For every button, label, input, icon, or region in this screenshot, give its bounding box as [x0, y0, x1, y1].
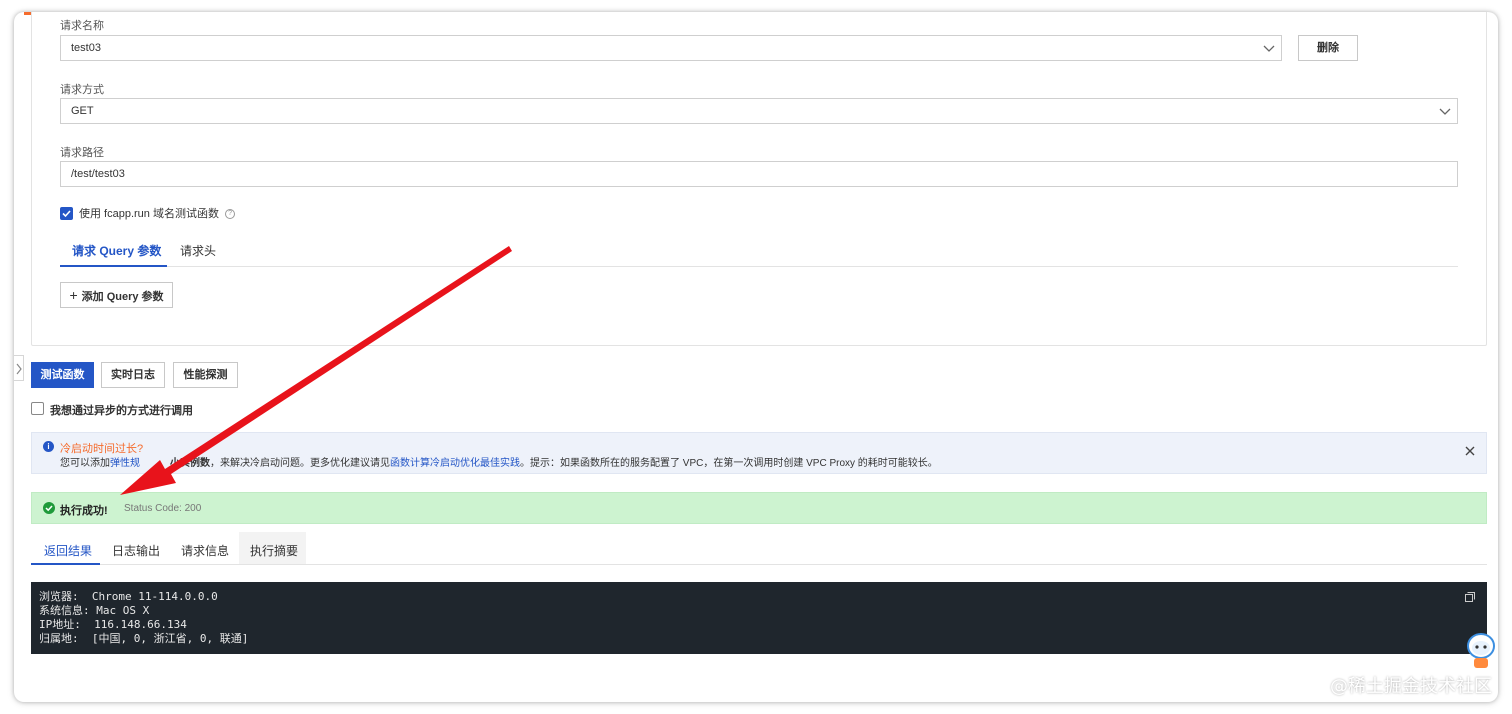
- success-check-icon: [43, 502, 55, 514]
- path-label: 请求路径: [60, 147, 104, 159]
- status-code: Status Code: 200: [124, 503, 202, 514]
- watermark: @稀土掘金技术社区: [1330, 676, 1492, 697]
- async-label: 我想通过异步的方式进行调用: [50, 405, 193, 417]
- use-domain-checkbox[interactable]: [60, 207, 73, 220]
- copy-icon[interactable]: [1465, 592, 1475, 602]
- console-window: 请求名称 test03 删除 请求方式 GET 请求路径 /test/test0…: [14, 12, 1498, 702]
- chevron-down-icon: [1439, 100, 1451, 116]
- method-select[interactable]: GET: [60, 98, 1458, 124]
- tab-execution-summary[interactable]: 执行摘要: [250, 542, 298, 559]
- path-input[interactable]: /test/test03: [60, 161, 1458, 187]
- tab-query-params[interactable]: 请求 Query 参数: [72, 242, 161, 259]
- request-form-card: 请求名称 test03 删除 请求方式 GET 请求路径 /test/test0…: [31, 12, 1487, 346]
- request-name-select[interactable]: test03: [60, 35, 1282, 61]
- best-practice-link[interactable]: 函数计算冷启动优化最佳实践: [390, 458, 520, 469]
- tab-headers[interactable]: 请求头: [180, 242, 216, 259]
- request-name-label: 请求名称: [60, 20, 104, 32]
- realtime-logs-button[interactable]: 实时日志: [101, 362, 165, 388]
- tabs-divider: [167, 266, 1458, 267]
- result-line: IP地址: 116.148.66.134: [39, 618, 187, 631]
- async-checkbox[interactable]: [31, 402, 44, 415]
- result-tabs-divider: [100, 564, 1487, 565]
- method-label: 请求方式: [60, 84, 104, 96]
- result-line: 浏览器: Chrome 11-114.0.0.0: [39, 590, 218, 603]
- sidebar-toggle[interactable]: [14, 355, 24, 381]
- use-domain-label: 使用 fcapp.run 域名测试函数 ?: [79, 205, 236, 221]
- add-query-button[interactable]: + 添加 Query 参数: [60, 282, 173, 308]
- cold-start-notice: i 冷启动时间过长? 您可以添加弹性规 小实例数，来解决冷启动问题。更多优化建议请…: [31, 432, 1487, 474]
- execution-status-bar: 执行成功! Status Code: 200: [31, 492, 1487, 524]
- tab-return-result[interactable]: 返回结果: [44, 542, 92, 559]
- perf-probe-button[interactable]: 性能探测: [173, 362, 238, 388]
- assistant-avatar-icon[interactable]: [1466, 632, 1496, 670]
- result-line: 系统信息: Mac OS X: [39, 604, 150, 617]
- help-icon[interactable]: ?: [225, 209, 236, 220]
- tab-active-underline: [60, 265, 167, 267]
- result-output: 浏览器: Chrome 11-114.0.0.0 系统信息: Mac OS X …: [31, 582, 1487, 654]
- test-function-button[interactable]: 测试函数: [31, 362, 94, 388]
- request-name-value: test03: [71, 42, 101, 54]
- result-line: 归属地: [中国, 0, 浙江省, 0, 联通]: [39, 632, 249, 645]
- delete-button[interactable]: 删除: [1298, 35, 1358, 61]
- chevron-down-icon: [1263, 37, 1275, 53]
- elastic-rules-link[interactable]: 弹性规: [110, 458, 140, 469]
- notice-text: 您可以添加弹性规 小实例数，来解决冷启动问题。更多优化建议请见函数计算冷启动优化最…: [60, 458, 938, 469]
- success-label: 执行成功!: [60, 505, 108, 517]
- path-value: /test/test03: [71, 168, 125, 180]
- plus-icon: +: [69, 287, 78, 303]
- close-icon[interactable]: [1464, 445, 1476, 457]
- method-value: GET: [71, 105, 94, 117]
- info-icon: i: [43, 441, 54, 452]
- tab-log-output[interactable]: 日志输出: [112, 542, 160, 559]
- result-tab-underline: [31, 563, 100, 565]
- tab-request-info[interactable]: 请求信息: [181, 542, 229, 559]
